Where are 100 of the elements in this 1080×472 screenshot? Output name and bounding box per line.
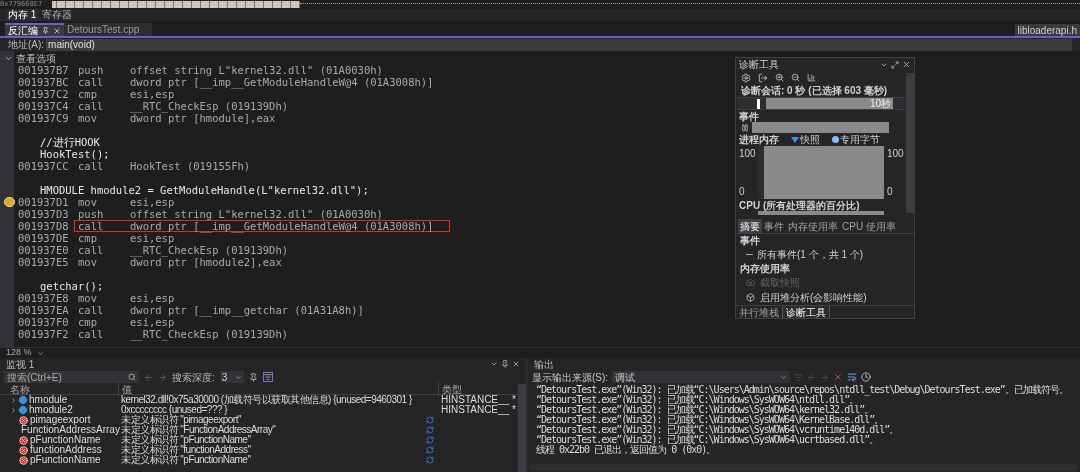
settings-icon[interactable] [741, 72, 751, 83]
section-heading: CPU (所有处理器的百分比) [739, 198, 860, 213]
instruction-operand: offset string L"kernel32.dll" (01A0030h) [130, 64, 383, 76]
document-tab[interactable]: libloaderapi.h [1014, 24, 1080, 36]
instruction-opcode: call [78, 100, 105, 112]
instruction-operand: offset string L"kernel32.dll" (01A0030h) [130, 208, 383, 220]
instruction-operand: dword ptr [__imp__GetModuleHandleW@4 (01A3008h)] [130, 76, 434, 88]
legend-label: 专用字节 [840, 133, 880, 148]
watch-value: 未定义标识符 "functionAddress" [121, 445, 251, 455]
panel-tab[interactable]: 并行堆栈 [736, 306, 782, 318]
refresh-icon[interactable] [426, 446, 434, 454]
section-heading: 内存使用率 [740, 262, 790, 276]
watch-name[interactable]: FunctionAddressArray [21, 425, 120, 435]
watch-value: kernel32.dll!0x75a30000 (加载符号以获取其他信息) {unused=9460301 } [121, 395, 412, 405]
refresh-icon[interactable] [426, 426, 434, 434]
output-line: “DetoursTest.exe”(Win32): 已加载“C:\Windows\SysWOW64\KernelBase.dll”。 [536, 415, 885, 425]
variable-icon [17, 394, 29, 406]
clock-icon[interactable] [861, 372, 872, 382]
instruction-operand: esi,esp [130, 196, 175, 208]
zoom-in-icon[interactable] [775, 73, 784, 83]
panel-tab[interactable]: CPU 使用率 [840, 219, 898, 233]
watch-name[interactable]: hmodule2 [29, 405, 73, 415]
events-summary: 所有事件(1 个，共 1 个) [757, 248, 864, 262]
instruction-opcode: mov [78, 256, 98, 268]
output-line: “DetoursTest.exe”(Win32): 已加载“C:\Windows\SysWOW64\kernel32.dll”。 [536, 405, 875, 415]
document-tab[interactable]: 反汇编 [5, 23, 64, 36]
pin-icon[interactable] [42, 27, 49, 34]
document-tab[interactable]: DetoursTest.cpp [64, 23, 152, 36]
action-link[interactable]: 启用堆分析(会影响性能) [760, 290, 867, 305]
source-line: getchar(); [40, 280, 104, 292]
instruction-address: 001937EA [18, 304, 70, 316]
zoom-out-icon[interactable] [791, 73, 800, 83]
panel-tab[interactable]: 内存使用率 [786, 219, 840, 233]
pin-icon[interactable] [501, 360, 509, 368]
dropdown-icon[interactable] [490, 360, 498, 368]
instruction-opcode: mov [78, 292, 98, 304]
panel-tab[interactable]: 内存 1 [6, 9, 39, 21]
instruction-opcode: mov [78, 196, 98, 208]
refresh-icon[interactable] [426, 416, 434, 424]
error-icon [19, 415, 28, 425]
instruction-operand: dword ptr [__imp__getchar (01A31A8h)] [130, 304, 364, 316]
clear-all-icon[interactable] [833, 372, 844, 382]
axis-label: 100 [739, 147, 755, 162]
instruction-opcode: mov [78, 112, 98, 124]
close-icon[interactable] [902, 60, 911, 69]
close-icon[interactable] [512, 360, 520, 368]
instruction-operand: __RTC_CheckEsp (019139Dh) [130, 244, 289, 256]
watch-name[interactable]: pFunctionName [30, 435, 101, 445]
watch-name[interactable]: pimageexport [30, 415, 91, 425]
chart-icon[interactable] [807, 73, 816, 83]
instruction-operand: esi,esp [130, 88, 175, 100]
instruction-opcode: call [78, 244, 105, 256]
panel-tab[interactable]: 摘要 [738, 219, 762, 233]
heap-icon [746, 293, 755, 302]
instruction-operand: HookTest (019155Fh) [130, 160, 251, 172]
watch-name[interactable]: pFunctionName [30, 455, 101, 465]
instruction-operand: __RTC_CheckEsp (019139Dh) [130, 100, 289, 112]
pin-icon[interactable] [248, 372, 258, 382]
output-line: 线程 0x22b0 已退出，返回值为 0 (0x0)。 [536, 445, 716, 455]
depth-dropdown[interactable]: 3 [219, 371, 244, 383]
instruction-opcode: call [78, 220, 105, 232]
section-heading: 事件 [739, 109, 759, 124]
view-options-label[interactable]: 查看选项 [16, 50, 56, 66]
refresh-icon[interactable] [426, 436, 434, 444]
timeline-label: 10秒 [869, 97, 891, 112]
output-source-dropdown[interactable]: 调试 [612, 371, 791, 383]
output-line: “DetoursTest.exe”(Win32): 已加载“C:\Windows\SysWOW64\ucrtbased.dll”。 [536, 435, 879, 445]
export-icon[interactable] [758, 72, 768, 83]
watch-value: 未定义标识符 "pimageexport" [121, 415, 241, 425]
search-field[interactable]: 搜索(Ctrl+E) [4, 371, 139, 383]
pause-icon [741, 123, 749, 132]
address-field[interactable]: main(void) [46, 38, 1072, 51]
zoom-level[interactable]: 128 % [6, 346, 32, 360]
instruction-opcode: push [78, 64, 105, 76]
word-wrap-icon[interactable] [847, 372, 858, 382]
panel-title: 监视 1 [6, 357, 35, 372]
dropdown-icon[interactable] [36, 349, 44, 357]
maximize-icon[interactable] [891, 60, 899, 69]
source-line: HMODULE hmodule2 = GetModuleHandle(L"kernel32.dll"); [40, 184, 369, 196]
axis-label: 0 [739, 185, 746, 200]
refresh-icon[interactable] [426, 456, 434, 464]
output-source-label: 显示输出来源(S): [532, 370, 609, 385]
session-info: 诊断会话: 0 秒 (已选择 603 毫秒) [741, 84, 888, 99]
search-icon[interactable] [128, 373, 136, 381]
panel-tab[interactable]: 事件 [762, 219, 786, 233]
section-heading: 进程内存 [739, 133, 779, 148]
panel-tab[interactable]: 诊断工具 [782, 306, 830, 318]
instruction-operand: esi,esp [130, 232, 175, 244]
legend-label: 快照 [800, 133, 820, 148]
instruction-address: 001937B7 [18, 64, 70, 76]
dropdown-icon [780, 373, 788, 381]
watch-name[interactable]: hmodule [29, 395, 68, 405]
instruction-opcode: call [78, 76, 105, 88]
panel-tab[interactable]: 寄存器 [40, 9, 75, 21]
instruction-address: 001937F2 [18, 328, 70, 340]
close-icon[interactable] [53, 26, 61, 35]
instruction-address: 001937BC [18, 76, 70, 88]
panel-title: 诊断工具 [739, 58, 779, 72]
watch-name[interactable]: functionAddress [30, 445, 102, 455]
instruction-address: 001937D1 [18, 196, 70, 208]
